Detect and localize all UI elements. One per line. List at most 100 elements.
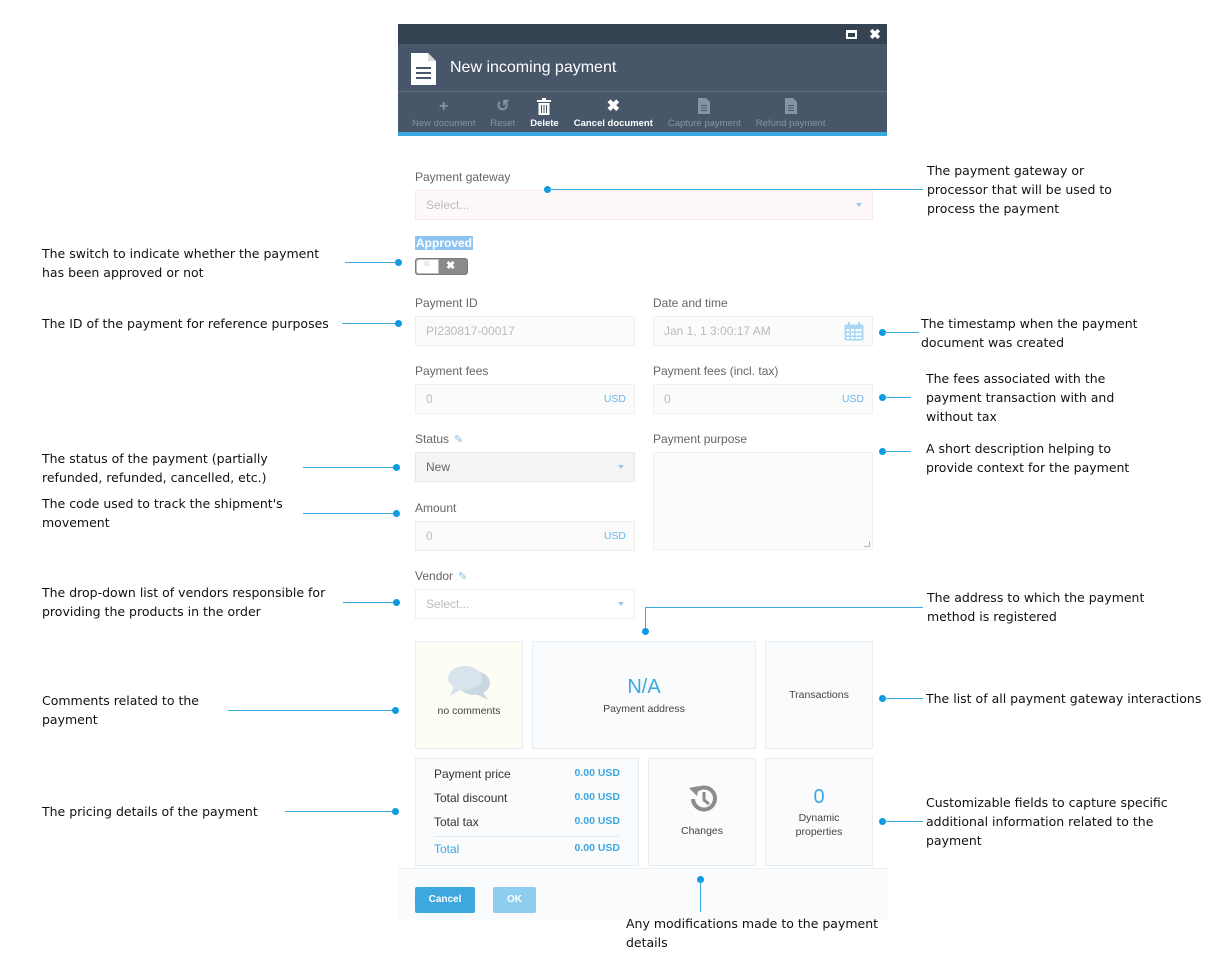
- payment-gateway-select[interactable]: Select...: [415, 190, 873, 220]
- annotation-payment-id: The ID of the payment for reference purp…: [42, 314, 329, 333]
- annotation-line: [883, 451, 911, 452]
- refund-payment-button[interactable]: Refund payment: [752, 92, 830, 132]
- chevron-down-icon: [618, 465, 624, 469]
- pricing-row-value: 0.00 USD: [574, 815, 620, 827]
- pencil-icon[interactable]: ✎: [458, 570, 467, 583]
- pricing-total-row: Total 0.00 USD: [434, 842, 620, 856]
- cancel-document-button[interactable]: ✖ Cancel document: [570, 92, 657, 132]
- cancel-document-label: Cancel document: [573, 118, 653, 129]
- annotation-line: [700, 880, 701, 912]
- comments-tile[interactable]: no comments: [415, 641, 523, 749]
- annotation-line: [548, 189, 923, 190]
- reset-button[interactable]: ↺ Reset: [486, 92, 519, 132]
- pricing-row: Payment price 0.00 USD: [434, 767, 620, 781]
- dialog-header: New incoming payment: [398, 44, 887, 92]
- payment-id-field[interactable]: PI230817-00017: [415, 316, 635, 346]
- payment-fees-tax-value: 0: [664, 392, 671, 406]
- annotation-text: additional information related to the: [926, 814, 1154, 829]
- annotation-line: [303, 513, 396, 514]
- history-icon: [689, 785, 717, 812]
- transactions-caption: Transactions: [789, 689, 849, 701]
- annotation-line: [285, 811, 396, 812]
- dynamic-properties-caption-2: properties: [795, 826, 843, 838]
- payment-fees-field[interactable]: 0 USD: [415, 384, 635, 414]
- ok-button[interactable]: OK: [493, 887, 536, 913]
- dynamic-properties-tile[interactable]: 0 Dynamic properties: [765, 758, 873, 866]
- annotation-text: The list of all payment gateway interact…: [926, 691, 1202, 706]
- changes-tile[interactable]: Changes: [648, 758, 756, 866]
- pricing-row-value: 0.00 USD: [574, 791, 620, 803]
- new-document-button[interactable]: + New document: [408, 92, 479, 132]
- transactions-tile[interactable]: Transactions: [765, 641, 873, 749]
- annotation-dynamic: Customizable fields to capture specific …: [926, 793, 1168, 850]
- vendor-select[interactable]: Select...: [415, 589, 635, 619]
- annotation-dot: [392, 707, 399, 714]
- annotation-line: [345, 262, 398, 263]
- annotation-text: The pricing details of the payment: [42, 804, 258, 819]
- annotation-text: Customizable fields to capture specific: [926, 795, 1168, 810]
- currency-label: USD: [603, 393, 626, 405]
- annotation-text: payment transaction with and: [926, 390, 1115, 405]
- annotation-text: refunded, refunded, cancelled, etc.): [42, 470, 267, 485]
- annotation-text: details: [626, 935, 668, 950]
- changes-caption: Changes: [680, 825, 724, 837]
- approved-label: Approved: [415, 236, 474, 250]
- capture-payment-button[interactable]: Capture payment: [664, 92, 745, 132]
- annotation-approved: The switch to indicate whether the payme…: [42, 244, 319, 282]
- annotation-text: Any modifications made to the payment: [626, 916, 879, 931]
- payment-address-tile[interactable]: N/A Payment address: [532, 641, 756, 749]
- chevron-down-icon: [618, 602, 624, 606]
- annotation-timestamp: The timestamp when the payment document …: [921, 314, 1138, 352]
- currency-label: USD: [841, 393, 864, 405]
- annotation-text: providing the products in the order: [42, 604, 261, 619]
- payment-purpose-textarea[interactable]: [653, 452, 873, 550]
- amount-value: 0: [426, 529, 433, 543]
- calendar-icon[interactable]: [844, 322, 864, 341]
- annotation-line: [883, 397, 911, 398]
- annotation-pricing: The pricing details of the payment: [42, 802, 258, 821]
- approved-toggle[interactable]: ✖: [415, 258, 468, 275]
- status-value: New: [426, 460, 451, 474]
- annotation-text: A short description helping to: [926, 441, 1111, 456]
- close-icon[interactable]: ✖: [867, 26, 883, 42]
- amount-field[interactable]: 0 USD: [415, 521, 635, 551]
- date-time-value: Jan 1, 1 3:00:17 AM: [664, 324, 771, 338]
- pricing-total-label: Total: [434, 842, 460, 856]
- cancel-button[interactable]: Cancel: [415, 887, 475, 913]
- annotation-changes: Any modifications made to the payment de…: [626, 914, 878, 952]
- payment-id-label: Payment ID: [415, 296, 478, 310]
- annotation-dot: [393, 464, 400, 471]
- resize-handle[interactable]: [864, 541, 870, 547]
- x-icon: ✖: [606, 98, 621, 115]
- refund-payment-label: Refund payment: [755, 118, 826, 129]
- pricing-row-label: Payment price: [434, 767, 511, 781]
- document-icon: [411, 53, 436, 85]
- currency-label: USD: [603, 530, 626, 542]
- annotation-dot: [395, 320, 402, 327]
- annotation-text: The drop-down list of vendors responsibl…: [42, 585, 326, 600]
- payment-fees-tax-label: Payment fees (incl. tax): [653, 364, 779, 378]
- dynamic-properties-count: 0: [813, 786, 825, 808]
- payment-fees-tax-field[interactable]: 0 USD: [653, 384, 873, 414]
- pencil-icon[interactable]: ✎: [454, 433, 463, 446]
- annotation-address: The address to which the payment method …: [927, 588, 1144, 626]
- document-icon: [784, 98, 797, 116]
- annotation-comments: Comments related to the payment: [42, 691, 199, 729]
- annotation-text: process the payment: [927, 201, 1060, 216]
- comments-icon: [448, 666, 490, 700]
- annotation-line: [228, 710, 396, 711]
- maximize-icon[interactable]: [843, 26, 859, 42]
- vendor-placeholder: Select...: [426, 597, 470, 611]
- delete-label: Delete: [530, 118, 559, 129]
- date-time-field[interactable]: Jan 1, 1 3:00:17 AM: [653, 316, 873, 346]
- amount-label: Amount: [415, 501, 457, 515]
- annotation-line: [883, 821, 923, 822]
- annotation-text: The switch to indicate whether the payme…: [42, 246, 320, 261]
- annotation-text: payment: [926, 833, 982, 848]
- annotation-text: The status of the payment (partially: [42, 451, 268, 466]
- status-select[interactable]: New: [415, 452, 635, 482]
- comments-caption: no comments: [437, 705, 501, 717]
- delete-button[interactable]: Delete: [526, 92, 563, 132]
- annotation-dot: [393, 599, 400, 606]
- annotation-transactions: The list of all payment gateway interact…: [926, 689, 1201, 708]
